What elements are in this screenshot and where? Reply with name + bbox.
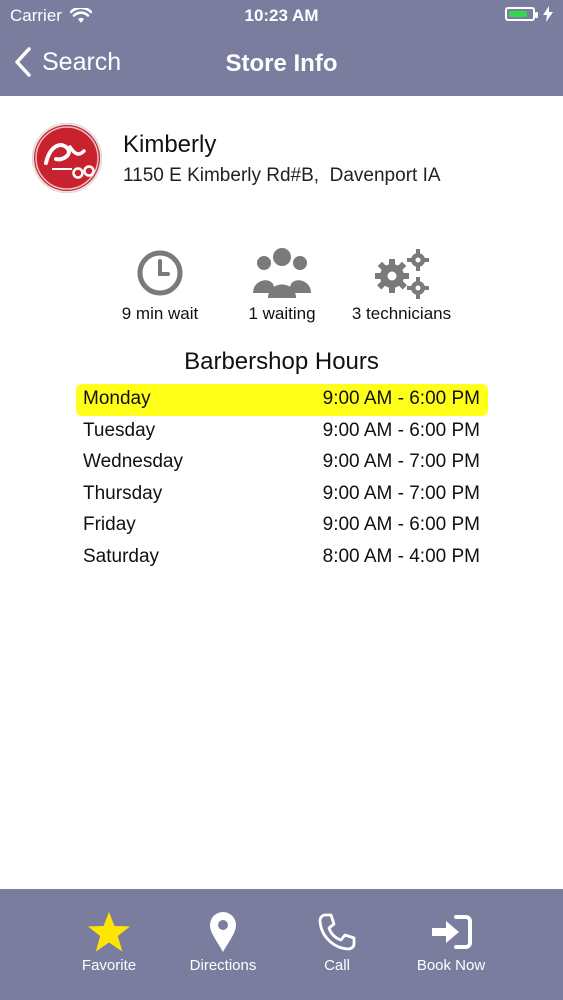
hours-row-wednesday: Wednesday 9:00 AM - 7:00 PM: [76, 447, 488, 479]
hours-row-friday: Friday 9:00 AM - 6:00 PM: [76, 510, 488, 542]
technicians-label: 3 technicians: [351, 304, 452, 323]
store-name: Kimberly: [123, 131, 217, 158]
hours-day: Thursday: [83, 482, 163, 504]
hours-row-thursday: Thursday 9:00 AM - 7:00 PM: [76, 479, 488, 511]
hours-time: 9:00 AM - 7:00 PM: [322, 451, 480, 472]
hours-row-saturday: Saturday 8:00 AM - 4:00 PM: [76, 542, 488, 574]
hours-day: Monday: [83, 388, 151, 409]
bottom-tab-bar: Favorite Directions Call Book Now: [0, 889, 563, 1000]
hours-row-tuesday: Tuesday 9:00 AM - 6:00 PM: [76, 416, 488, 448]
hours-time: 9:00 AM - 6:00 PM: [322, 419, 480, 441]
status-bar: Carrier 10:23 AM: [0, 0, 563, 32]
waiting-count-label: 1 waiting: [248, 304, 316, 323]
store-logo: [32, 123, 102, 193]
navigation-bar: Search Store Info: [0, 40, 563, 92]
hours-title: Barbershop Hours: [184, 348, 379, 375]
status-right: [505, 6, 553, 22]
tab-favorite-label: Favorite: [81, 957, 137, 974]
status-time: 10:23 AM: [244, 6, 319, 25]
store-header: Kimberly 1150 E Kimberly Rd#B, Davenport…: [32, 123, 441, 193]
charging-bolt-icon: [543, 6, 553, 22]
tab-favorite[interactable]: Favorite: [54, 911, 164, 974]
hours-time: 8:00 AM - 4:00 PM: [322, 545, 480, 567]
wait-time-stat: 9 min wait: [100, 244, 220, 324]
hours-day: Tuesday: [83, 419, 156, 441]
hours-day: Wednesday: [83, 451, 183, 472]
map-pin-icon: [210, 912, 236, 952]
technicians-stat: 3 technicians: [340, 244, 463, 324]
hours-time: 9:00 AM - 6:00 PM: [322, 514, 480, 535]
tab-directions-label: Directions: [189, 957, 257, 974]
top-bar: Carrier 10:23 AM Search Store Info: [0, 0, 563, 96]
battery-icon: [505, 7, 538, 21]
store-text: Kimberly 1150 E Kimberly Rd#B, Davenport…: [123, 123, 441, 187]
hours-row-monday: Monday 9:00 AM - 6:00 PM: [76, 384, 488, 416]
tab-book-now[interactable]: Book Now: [396, 911, 506, 974]
sign-in-icon: [432, 915, 472, 949]
people-group-icon: [253, 248, 311, 298]
store-address: 1150 E Kimberly Rd#B, Davenport IA: [123, 165, 441, 186]
hours-time: 9:00 AM - 7:00 PM: [322, 482, 480, 504]
wait-time-label: 9 min wait: [121, 304, 199, 323]
hours-table: Monday 9:00 AM - 6:00 PM Tuesday 9:00 AM…: [76, 384, 488, 573]
tab-directions[interactable]: Directions: [168, 911, 278, 974]
hours-day: Saturday: [83, 545, 160, 567]
tab-call-label: Call: [324, 957, 350, 974]
hours-day: Friday: [83, 514, 136, 535]
gears-icon: [374, 249, 429, 299]
page-title: Store Info: [225, 50, 338, 77]
phone-icon: [318, 913, 356, 951]
scissors-logo-icon: [35, 126, 99, 190]
star-icon: [88, 912, 130, 952]
clock-icon: [137, 250, 183, 296]
tab-book-now-label: Book Now: [416, 957, 486, 974]
tab-call[interactable]: Call: [282, 911, 392, 974]
store-info-content: Kimberly 1150 E Kimberly Rd#B, Davenport…: [0, 96, 563, 889]
store-stats: 9 min wait 1 waiting 3 technicians: [100, 244, 463, 324]
waiting-count-stat: 1 waiting: [222, 244, 342, 324]
hours-time: 9:00 AM - 6:00 PM: [322, 388, 480, 409]
